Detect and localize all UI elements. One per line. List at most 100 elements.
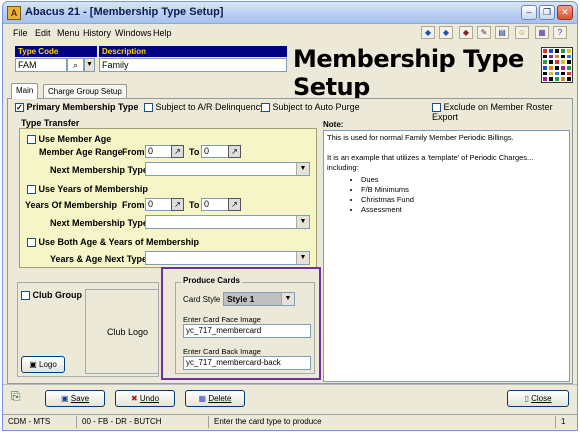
maximize-button[interactable]: ❐ <box>539 5 555 20</box>
delete-icon: ▦ <box>198 394 207 403</box>
minimize-icon: – <box>526 7 532 17</box>
menu-windows[interactable]: Windows <box>115 28 152 38</box>
book-icon[interactable]: ▤ <box>495 26 509 39</box>
title-bar: A Abacus 21 - [Membership Type Setup] – … <box>3 2 577 24</box>
produce-cards-legend: Produce Cards <box>181 276 242 285</box>
search-icon[interactable]: ⌕ <box>67 58 84 72</box>
note-list-item: Dues <box>361 175 566 185</box>
menu-history[interactable]: History <box>83 28 111 38</box>
note-textarea[interactable]: This is used for normal Family Member Pe… <box>323 130 570 382</box>
tab-main[interactable]: Main <box>11 83 39 99</box>
tab-charge-group-setup[interactable]: Charge Group Setup <box>43 84 127 99</box>
next-membership-type-select[interactable]: ▼ <box>145 162 310 176</box>
chevron-down-icon[interactable]: ▼ <box>296 216 309 228</box>
forward-arrow-icon[interactable]: ◆ <box>439 26 453 39</box>
use-years-label: Use Years of Membership <box>38 184 148 194</box>
save-icon: ▣ <box>60 394 69 403</box>
note-label: Note: <box>323 120 344 129</box>
checkbox[interactable] <box>432 103 441 113</box>
use-years-checkbox[interactable]: Use Years of Membership <box>27 184 148 195</box>
checkbox[interactable] <box>27 185 36 195</box>
checkbox[interactable] <box>21 291 30 301</box>
note-line-1: This is used for normal Family Member Pe… <box>327 133 514 142</box>
menu-edit[interactable]: Edit <box>35 28 51 38</box>
type-code-input[interactable]: FAM <box>15 58 67 72</box>
save-button-label: Save <box>70 394 90 403</box>
delete-button-label: Delete <box>208 394 232 403</box>
checkbox[interactable] <box>27 135 36 145</box>
app-window: A Abacus 21 - [Membership Type Setup] – … <box>2 1 578 431</box>
status-page: 1 <box>561 417 566 426</box>
exclude-roster-checkbox[interactable]: Exclude on Member Roster Export <box>432 102 577 122</box>
use-member-age-label: Use Member Age <box>38 134 112 144</box>
zoom-icon[interactable]: ↗ <box>228 198 241 211</box>
minimize-button[interactable]: – <box>521 5 537 20</box>
chevron-down-icon[interactable]: ▼ <box>296 252 309 264</box>
from-label: From <box>122 147 145 157</box>
help-icon[interactable]: ? <box>553 26 567 39</box>
page-title: Membership Type Setup <box>293 45 524 101</box>
ar-delinquency-checkbox[interactable]: Subject to A/R Delinquency <box>144 102 265 113</box>
close-window-button[interactable]: ✕ <box>557 5 573 20</box>
to-label: To <box>189 200 200 210</box>
years-age-next-type-select[interactable]: ▼ <box>145 251 310 265</box>
save-button[interactable]: ▣ Save <box>45 390 105 407</box>
member-age-range-label: Member Age Range <box>39 147 123 157</box>
zoom-icon[interactable]: ↗ <box>171 145 184 158</box>
years-age-next-type-label: Years & Age Next Type <box>50 254 148 264</box>
club-logo-label: Club Logo <box>107 327 149 337</box>
menu-menu[interactable]: Menu <box>57 28 80 38</box>
card-back-label: Enter Card Back Image <box>183 347 261 356</box>
close-button[interactable]: ▯ Close <box>507 390 569 407</box>
use-both-checkbox[interactable]: Use Both Age & Years of Membership <box>27 237 199 248</box>
next-membership-type-label: Next Membership Type <box>50 165 148 175</box>
record-icon[interactable]: ⎘ <box>11 389 27 406</box>
status-user: 00 - FB - DR - BUTCH <box>79 416 209 428</box>
checkbox[interactable] <box>144 103 153 113</box>
note-list-item: F/B Minimums <box>361 185 566 195</box>
door-icon: ▯ <box>524 394 529 403</box>
primary-membership-type-checkbox[interactable]: ✓ Primary Membership Type <box>15 102 139 113</box>
gem-icon[interactable]: ◆ <box>459 26 473 39</box>
zoom-icon[interactable]: ↗ <box>171 198 184 211</box>
use-member-age-checkbox[interactable]: Use Member Age <box>27 134 112 145</box>
logo-button-label: Logo <box>39 360 57 369</box>
next-membership-type-2-select[interactable]: ▼ <box>145 215 310 229</box>
window-title: Abacus 21 - [Membership Type Setup] <box>25 6 224 18</box>
delete-button[interactable]: ▦ Delete <box>185 390 245 407</box>
tools-icon[interactable]: ✎ <box>477 26 491 39</box>
card-back-input[interactable]: yc_717_membercard-back <box>183 356 311 370</box>
years-to-input[interactable]: 0 <box>201 198 231 211</box>
menu-help[interactable]: Help <box>153 28 172 38</box>
undo-button-label: Undo <box>139 394 160 403</box>
back-arrow-icon[interactable]: ◆ <box>421 26 435 39</box>
checkbox-checked[interactable]: ✓ <box>15 103 24 113</box>
logo-button[interactable]: ▣ Logo <box>21 356 65 373</box>
menu-file[interactable]: File <box>13 28 28 38</box>
chevron-down-icon[interactable]: ▼ <box>296 163 309 175</box>
restore-icon: ❐ <box>542 7 552 17</box>
card-style-select[interactable]: Style 1 ▼ <box>223 292 295 306</box>
club-group-checkbox[interactable]: Club Group <box>21 290 82 301</box>
age-to-input[interactable]: 0 <box>201 145 231 158</box>
grid-icon[interactable]: ▦ <box>535 26 549 39</box>
undo-icon: ✖ <box>130 394 138 403</box>
club-logo-icon <box>541 47 573 83</box>
auto-purge-checkbox[interactable]: Subject to Auto Purge <box>261 102 360 113</box>
checkbox[interactable] <box>27 238 36 248</box>
card-face-input[interactable]: yc_717_membercard <box>183 324 311 338</box>
undo-button[interactable]: ✖ Undo <box>115 390 175 407</box>
image-icon: ▣ <box>29 360 37 369</box>
chevron-down-icon[interactable]: ▼ <box>281 293 294 305</box>
description-input[interactable]: Family <box>99 58 287 72</box>
zoom-icon[interactable]: ↗ <box>228 145 241 158</box>
checkbox[interactable] <box>261 103 270 113</box>
card-style-label: Card Style <box>183 295 221 304</box>
person-icon[interactable]: ☺ <box>515 26 529 39</box>
ar-delinquency-label: Subject to A/R Delinquency <box>155 102 265 112</box>
years-of-membership-label: Years Of Membership <box>25 200 118 210</box>
status-message: Enter the card type to produce <box>211 416 556 428</box>
chevron-down-icon[interactable]: ▼ <box>84 58 95 72</box>
close-button-label: Close <box>531 394 552 403</box>
primary-membership-type-label: Primary Membership Type <box>26 102 139 112</box>
